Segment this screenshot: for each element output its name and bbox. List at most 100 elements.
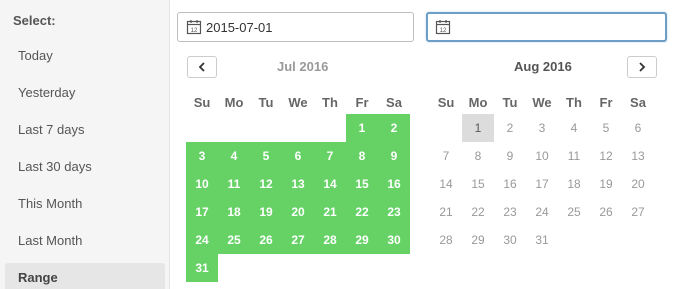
day-cell[interactable]: 26 [250, 226, 282, 254]
preset-last-month[interactable]: Last Month [5, 226, 165, 256]
day-cell[interactable]: 27 [622, 198, 654, 226]
weekday-label: We [288, 94, 308, 110]
weekday-label: Sa [630, 94, 646, 110]
empty-day-cell [430, 114, 462, 142]
empty-day-cell [282, 114, 314, 142]
day-cell[interactable]: 30 [494, 226, 526, 254]
weekday-label: Th [322, 94, 338, 110]
day-cell[interactable]: 1 [462, 114, 494, 142]
week-row: 12 [186, 114, 410, 142]
preset-range[interactable]: Range [5, 263, 165, 289]
day-cell[interactable]: 23 [494, 198, 526, 226]
day-cell[interactable]: 13 [622, 142, 654, 170]
day-cell[interactable]: 11 [558, 142, 590, 170]
day-cell[interactable]: 17 [186, 198, 218, 226]
preset-last-7-days[interactable]: Last 7 days [5, 115, 165, 145]
preset-this-month[interactable]: This Month [5, 189, 165, 219]
chevron-right-icon [639, 62, 646, 72]
day-cell[interactable]: 18 [218, 198, 250, 226]
day-cell[interactable]: 8 [346, 142, 378, 170]
day-cell[interactable]: 27 [282, 226, 314, 254]
day-cell[interactable]: 6 [622, 114, 654, 142]
weekday-label: Tu [502, 94, 518, 110]
day-cell[interactable]: 9 [494, 142, 526, 170]
empty-day-cell [218, 114, 250, 142]
day-cell[interactable]: 25 [218, 226, 250, 254]
day-cell[interactable]: 4 [558, 114, 590, 142]
day-cell[interactable]: 15 [462, 170, 494, 198]
day-cell[interactable]: 25 [558, 198, 590, 226]
week-row: 7 8 9 10 11 12 13 [430, 142, 654, 170]
day-cell[interactable]: 23 [378, 198, 410, 226]
day-cell[interactable]: 28 [314, 226, 346, 254]
weekday-label: Mo [468, 94, 488, 110]
day-cell[interactable]: 13 [282, 170, 314, 198]
empty-day-cell [558, 226, 590, 254]
day-cell[interactable]: 31 [186, 254, 218, 282]
day-cell[interactable]: 2 [378, 114, 410, 142]
preset-today[interactable]: Today [5, 41, 165, 71]
right-month-calendar: Su Mo Tu We Th Fr Sa 1 2 3 4 5 6 7 8 9 10 11 12 13 14 15 16 17… [430, 90, 654, 254]
day-cell[interactable]: 16 [378, 170, 410, 198]
right-month-days: 1 2 3 4 5 6 7 8 9 10 11 12 13 14 15 16 17 18 19 20 21 22 23 24 2… [430, 114, 654, 254]
day-cell[interactable]: 9 [378, 142, 410, 170]
day-cell[interactable]: 16 [494, 170, 526, 198]
preset-yesterday[interactable]: Yesterday [5, 78, 165, 108]
day-cell[interactable]: 6 [282, 142, 314, 170]
day-cell[interactable]: 20 [282, 198, 314, 226]
day-cell[interactable]: 7 [314, 142, 346, 170]
day-cell[interactable]: 8 [462, 142, 494, 170]
empty-day-cell [346, 254, 378, 282]
left-month-title: Jul 2016 [277, 59, 329, 74]
day-cell[interactable]: 30 [378, 226, 410, 254]
day-cell[interactable]: 19 [250, 198, 282, 226]
day-cell[interactable]: 14 [430, 170, 462, 198]
day-cell[interactable]: 4 [218, 142, 250, 170]
day-cell[interactable]: 29 [462, 226, 494, 254]
day-cell[interactable]: 26 [590, 198, 622, 226]
preset-last-30-days[interactable]: Last 30 days [5, 152, 165, 182]
day-cell[interactable]: 10 [526, 142, 558, 170]
end-date-input[interactable]: 12 [426, 12, 667, 42]
day-cell[interactable]: 22 [462, 198, 494, 226]
day-cell[interactable]: 15 [346, 170, 378, 198]
right-month-title: Aug 2016 [514, 59, 572, 74]
day-cell[interactable]: 2 [494, 114, 526, 142]
day-cell[interactable]: 7 [430, 142, 462, 170]
day-cell[interactable]: 11 [218, 170, 250, 198]
day-cell[interactable]: 12 [590, 142, 622, 170]
day-cell[interactable]: 29 [346, 226, 378, 254]
day-cell[interactable]: 5 [250, 142, 282, 170]
day-cell[interactable]: 24 [186, 226, 218, 254]
day-cell[interactable]: 24 [526, 198, 558, 226]
day-cell[interactable]: 12 [250, 170, 282, 198]
day-cell[interactable]: 17 [526, 170, 558, 198]
left-month-days: 1 2 3 4 5 6 7 8 9 10 11 12 13 14 15 16 17 18 19 20 21 22 23 24 2… [186, 114, 410, 282]
empty-day-cell [186, 114, 218, 142]
day-cell[interactable]: 21 [314, 198, 346, 226]
empty-day-cell [622, 226, 654, 254]
weekday-label: Su [193, 94, 211, 110]
day-cell[interactable]: 19 [590, 170, 622, 198]
day-cell[interactable]: 22 [346, 198, 378, 226]
start-date-input[interactable]: 12 2015-07-01 [177, 12, 414, 42]
day-cell[interactable]: 3 [186, 142, 218, 170]
day-cell[interactable]: 14 [314, 170, 346, 198]
day-cell[interactable]: 31 [526, 226, 558, 254]
empty-day-cell [314, 114, 346, 142]
weekday-label: Sa [386, 94, 402, 110]
select-label: Select: [13, 13, 56, 28]
day-cell[interactable]: 21 [430, 198, 462, 226]
day-cell[interactable]: 1 [346, 114, 378, 142]
empty-day-cell [250, 114, 282, 142]
day-cell[interactable]: 5 [590, 114, 622, 142]
day-cell[interactable]: 18 [558, 170, 590, 198]
week-row: 28 29 30 31 [430, 226, 654, 254]
day-cell[interactable]: 28 [430, 226, 462, 254]
day-cell[interactable]: 3 [526, 114, 558, 142]
weekday-label: Fr [355, 94, 369, 110]
prev-month-button[interactable] [187, 56, 217, 78]
day-cell[interactable]: 20 [622, 170, 654, 198]
day-cell[interactable]: 10 [186, 170, 218, 198]
next-month-button[interactable] [627, 56, 657, 78]
